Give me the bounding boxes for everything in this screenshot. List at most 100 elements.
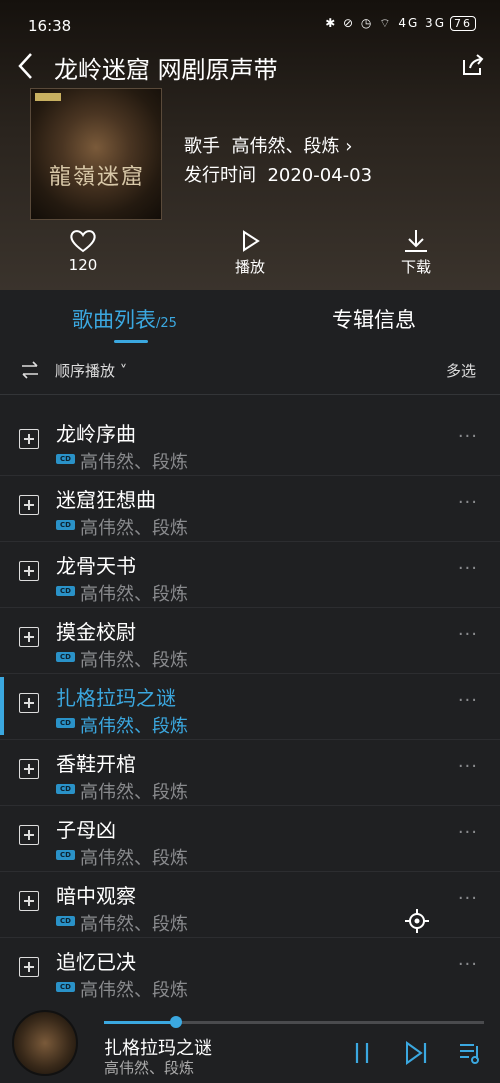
play-icon xyxy=(243,230,260,252)
song-count: /25 xyxy=(156,316,177,331)
locate-current-icon[interactable] xyxy=(404,908,430,934)
page-title: 龙岭迷窟 网剧原声带 xyxy=(54,56,278,84)
song-title: 子母凶 xyxy=(56,818,116,842)
song-title: 追忆已决 xyxy=(56,950,136,974)
song-title: 香鞋开棺 xyxy=(56,752,136,776)
more-options-icon[interactable]: ··· xyxy=(458,888,478,909)
song-row[interactable]: 摸金校尉 CD 高伟然、段炼 ··· xyxy=(0,608,500,674)
song-title: 摸金校尉 xyxy=(56,620,136,644)
album-actions: 120 播放 下载 xyxy=(0,228,500,284)
download-icon xyxy=(405,230,427,252)
cd-quality-badge: CD xyxy=(56,982,75,992)
cd-quality-badge: CD xyxy=(56,652,75,662)
cd-quality-badge: CD xyxy=(56,784,75,794)
tab-album-info[interactable]: 专辑信息 xyxy=(332,304,416,334)
tab-song-list-label: 歌曲列表 xyxy=(72,308,156,332)
like-count: 120 xyxy=(68,256,98,274)
song-row[interactable]: 迷窟狂想曲 CD 高伟然、段炼 ··· xyxy=(0,476,500,542)
pause-icon[interactable] xyxy=(352,1040,372,1066)
signal-text: 4G 3G xyxy=(398,16,446,30)
top-bar: 龙岭迷窟 网剧原声带 xyxy=(0,46,500,86)
song-artist: 高伟然、段炼 xyxy=(80,782,188,803)
download-button[interactable]: 下载 xyxy=(376,228,456,277)
battery-icon: 76 xyxy=(450,16,476,31)
more-options-icon[interactable]: ··· xyxy=(458,822,478,843)
cd-quality-badge: CD xyxy=(56,454,75,464)
active-tab-indicator xyxy=(114,340,148,343)
tab-song-list[interactable]: 歌曲列表/25 xyxy=(72,304,177,334)
artist-row[interactable]: 歌手 高伟然、段炼 › xyxy=(184,132,352,158)
chevron-right-icon: › xyxy=(345,136,353,157)
download-label: 下载 xyxy=(400,258,431,276)
song-title: 迷窟狂想曲 xyxy=(56,488,156,512)
more-options-icon[interactable]: ··· xyxy=(458,624,478,645)
song-title: 龙骨天书 xyxy=(56,554,136,578)
song-title: 龙岭序曲 xyxy=(56,422,136,446)
song-artist: 高伟然、段炼 xyxy=(80,584,188,605)
status-bar: 16:38 ✱ ⊘ ◷ ⌔ 4G 3G 76 xyxy=(0,0,500,52)
song-row[interactable]: 龙岭序曲 CD 高伟然、段炼 ··· xyxy=(0,410,500,476)
more-options-icon[interactable]: ··· xyxy=(458,954,478,975)
sequential-play-icon[interactable] xyxy=(20,360,40,380)
cd-quality-badge: CD xyxy=(56,586,75,596)
song-row[interactable]: 追忆已决 CD 高伟然、段炼 ··· xyxy=(0,938,500,1004)
status-time: 16:38 xyxy=(28,17,72,35)
album-cover[interactable]: 龍嶺迷窟 xyxy=(30,88,162,220)
add-to-playlist-icon[interactable] xyxy=(19,429,39,449)
more-options-icon[interactable]: ··· xyxy=(458,492,478,513)
artist-label: 歌手 xyxy=(184,136,220,157)
more-options-icon[interactable]: ··· xyxy=(458,690,478,711)
song-artist: 高伟然、段炼 xyxy=(80,980,188,1001)
add-to-playlist-icon[interactable] xyxy=(19,825,39,845)
add-to-playlist-icon[interactable] xyxy=(19,891,39,911)
song-artist: 高伟然、段炼 xyxy=(80,848,188,869)
cd-quality-badge: CD xyxy=(56,916,75,926)
mini-player-cover[interactable] xyxy=(12,1010,78,1076)
play-all-button[interactable]: 播放 xyxy=(210,228,290,277)
cd-quality-badge: CD xyxy=(56,718,75,728)
cd-quality-badge: CD xyxy=(56,850,75,860)
release-row: 发行时间 2020-04-03 xyxy=(184,161,372,187)
mini-player[interactable]: 扎格拉玛之谜 高伟然、段炼 xyxy=(0,1000,500,1083)
song-row[interactable]: 龙骨天书 CD 高伟然、段炼 ··· xyxy=(0,542,500,608)
song-artist: 高伟然、段炼 xyxy=(80,518,188,539)
more-options-icon[interactable]: ··· xyxy=(458,756,478,777)
cd-quality-badge: CD xyxy=(56,520,75,530)
song-row[interactable]: 香鞋开棺 CD 高伟然、段炼 ··· xyxy=(0,740,500,806)
song-artist: 高伟然、段炼 xyxy=(80,452,188,473)
add-to-playlist-icon[interactable] xyxy=(19,627,39,647)
like-button[interactable]: 120 xyxy=(43,228,123,274)
progress-fill xyxy=(104,1021,177,1024)
add-to-playlist-icon[interactable] xyxy=(19,495,39,515)
progress-bar[interactable] xyxy=(104,1016,484,1028)
release-date: 2020-04-03 xyxy=(267,165,373,186)
song-row[interactable]: 扎格拉玛之谜 CD 高伟然、段炼 ··· xyxy=(0,674,500,740)
song-title: 暗中观察 xyxy=(56,884,136,908)
cover-title-art: 龍嶺迷窟 xyxy=(49,165,146,190)
share-icon[interactable] xyxy=(460,52,486,78)
multi-select-button[interactable]: 多选 xyxy=(446,360,476,381)
status-icons: ✱ ⊘ ◷ ⌔ 4G 3G 76 xyxy=(325,16,476,31)
song-title: 扎格拉玛之谜 xyxy=(56,686,176,710)
song-artist: 高伟然、段炼 xyxy=(80,716,188,737)
more-options-icon[interactable]: ··· xyxy=(458,558,478,579)
add-to-playlist-icon[interactable] xyxy=(19,693,39,713)
play-order-dropdown[interactable]: 顺序播放 ˅ xyxy=(55,360,127,381)
song-row[interactable]: 子母凶 CD 高伟然、段炼 ··· xyxy=(0,806,500,872)
add-to-playlist-icon[interactable] xyxy=(19,759,39,779)
more-options-icon[interactable]: ··· xyxy=(458,426,478,447)
list-toolbar: 顺序播放 ˅ 多选 xyxy=(0,346,500,395)
add-to-playlist-icon[interactable] xyxy=(19,561,39,581)
artist-name[interactable]: 高伟然、段炼 xyxy=(231,136,339,157)
progress-knob[interactable] xyxy=(170,1016,183,1028)
song-artist: 高伟然、段炼 xyxy=(80,650,188,671)
next-track-icon[interactable] xyxy=(404,1040,428,1066)
cover-logo xyxy=(35,93,61,101)
play-label: 播放 xyxy=(234,258,265,276)
tab-bar: 歌曲列表/25 专辑信息 xyxy=(0,290,500,346)
add-to-playlist-icon[interactable] xyxy=(19,957,39,977)
heart-icon xyxy=(70,230,96,253)
playlist-queue-icon[interactable] xyxy=(458,1040,484,1066)
back-arrow-icon[interactable] xyxy=(14,46,38,86)
release-label: 发行时间 xyxy=(184,165,256,186)
